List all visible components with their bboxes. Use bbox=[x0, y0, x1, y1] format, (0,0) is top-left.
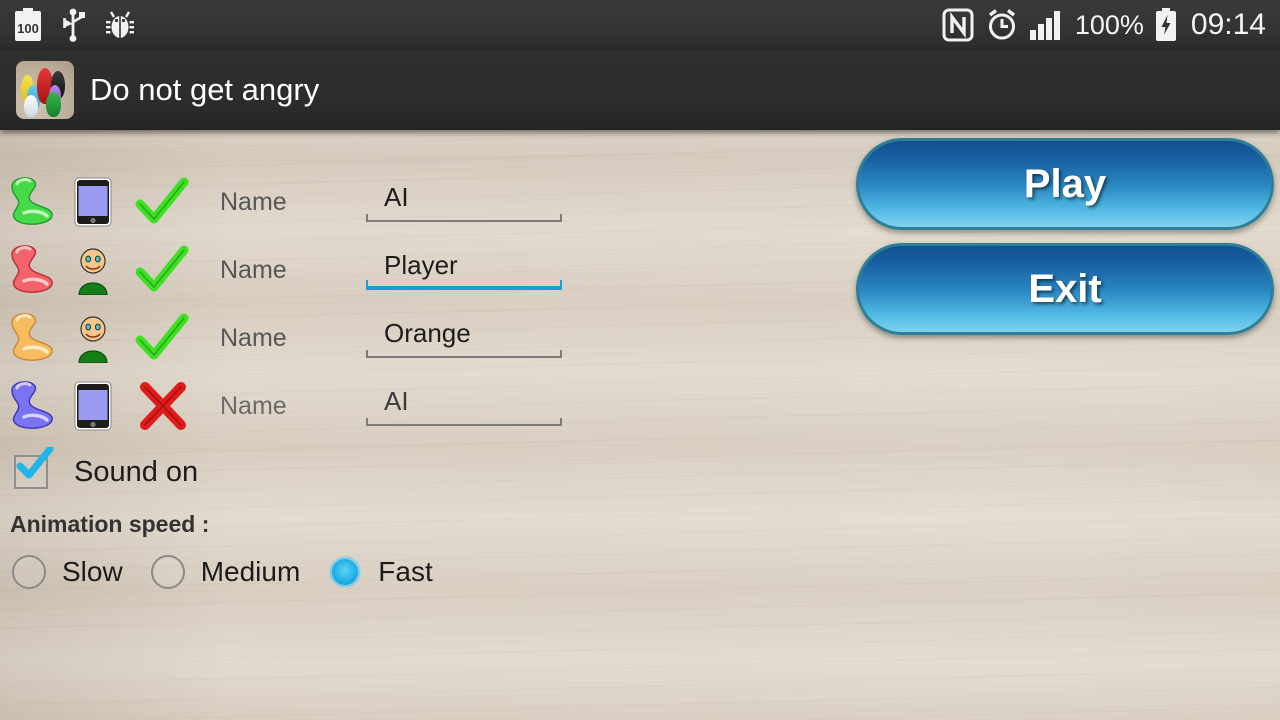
status-bar: 100 100% 09:14 bbox=[0, 0, 1280, 50]
pawn-mini-white bbox=[24, 95, 38, 117]
player-name-label: Name bbox=[220, 323, 287, 352]
radio-fast-icon[interactable] bbox=[328, 555, 363, 589]
pawn-orange[interactable] bbox=[4, 310, 60, 366]
red-cross-icon[interactable] bbox=[134, 380, 192, 432]
usb-icon bbox=[60, 8, 86, 42]
person-icon[interactable] bbox=[74, 245, 112, 296]
field-underline bbox=[366, 214, 562, 222]
speed-option-slow[interactable]: Slow bbox=[12, 555, 123, 589]
player-name-label: Name bbox=[220, 391, 287, 420]
player-row: Name AI bbox=[0, 376, 600, 436]
animation-speed-label: Animation speed : bbox=[10, 511, 210, 537]
player-row: Name AI bbox=[0, 172, 600, 232]
pawn-green[interactable] bbox=[4, 174, 60, 230]
app-title: Do not get angry bbox=[90, 72, 320, 107]
battery-100-icon: 100 bbox=[14, 8, 42, 42]
field-underline bbox=[366, 418, 562, 426]
player-name-value[interactable]: Orange bbox=[366, 318, 562, 349]
play-button-label: Play bbox=[1023, 161, 1107, 206]
green-check-icon[interactable] bbox=[134, 244, 192, 296]
player-row: Name Player bbox=[0, 240, 600, 300]
status-bar-right-icons: 100% 09:14 bbox=[942, 8, 1266, 42]
person-icon[interactable] bbox=[74, 313, 112, 364]
radio-medium-icon[interactable] bbox=[150, 555, 185, 589]
settings-content: Name AI Name Player Name Orange Name AI … bbox=[0, 130, 1280, 720]
green-check-icon[interactable] bbox=[134, 312, 192, 364]
sound-on-label: Sound on bbox=[74, 455, 199, 488]
pawn-red[interactable] bbox=[4, 242, 60, 298]
player-name-label: Name bbox=[220, 255, 287, 284]
phone-icon[interactable] bbox=[74, 381, 112, 431]
play-button[interactable]: Play bbox=[856, 138, 1274, 230]
debug-bug-icon bbox=[104, 9, 136, 41]
action-bar: Do not get angry bbox=[0, 50, 1280, 130]
exit-button[interactable]: Exit bbox=[856, 243, 1274, 335]
player-name-field[interactable]: AI bbox=[366, 182, 562, 222]
player-row: Name Orange bbox=[0, 308, 600, 368]
player-name-field[interactable]: Player bbox=[366, 250, 562, 290]
pawn-blue[interactable] bbox=[4, 378, 60, 434]
nfc-icon bbox=[942, 8, 974, 42]
player-name-label: Name bbox=[220, 187, 287, 216]
sound-on-row[interactable]: Sound on bbox=[14, 447, 199, 489]
radio-medium-label: Medium bbox=[200, 556, 301, 587]
status-bar-left-icons: 100 bbox=[14, 8, 136, 42]
sound-on-checkbox[interactable] bbox=[14, 447, 54, 489]
phone-icon[interactable] bbox=[74, 177, 112, 227]
pawn-mini-green bbox=[46, 92, 61, 117]
green-check-icon[interactable] bbox=[134, 176, 192, 228]
radio-slow-label: Slow bbox=[62, 556, 123, 587]
field-underline bbox=[366, 350, 562, 358]
game-pieces-icon bbox=[16, 61, 74, 119]
player-name-value[interactable]: Player bbox=[366, 250, 562, 281]
battery-charging-icon bbox=[1155, 8, 1177, 42]
player-name-value[interactable]: AI bbox=[366, 386, 562, 417]
animation-speed-options: Slow Medium Fast bbox=[12, 555, 461, 589]
alarm-clock-icon bbox=[985, 8, 1019, 42]
speed-option-fast[interactable]: Fast bbox=[328, 555, 433, 589]
player-name-value[interactable]: AI bbox=[366, 182, 562, 213]
app-screen: 100 100% 09:14 Do not get angry Name AI … bbox=[0, 0, 1280, 720]
signal-bars-icon bbox=[1029, 10, 1064, 40]
radio-slow-icon[interactable] bbox=[12, 555, 46, 589]
speed-option-medium[interactable]: Medium bbox=[150, 555, 301, 589]
status-bar-clock: 09:14 bbox=[1190, 8, 1266, 41]
radio-fast-label: Fast bbox=[378, 556, 433, 587]
exit-button-label: Exit bbox=[1028, 266, 1102, 311]
field-underline-focused bbox=[366, 280, 562, 290]
battery-percent-label: 100% bbox=[1074, 9, 1144, 40]
svg-text:100: 100 bbox=[17, 21, 39, 36]
player-name-field[interactable]: Orange bbox=[366, 318, 562, 358]
player-name-field[interactable]: AI bbox=[366, 386, 562, 426]
